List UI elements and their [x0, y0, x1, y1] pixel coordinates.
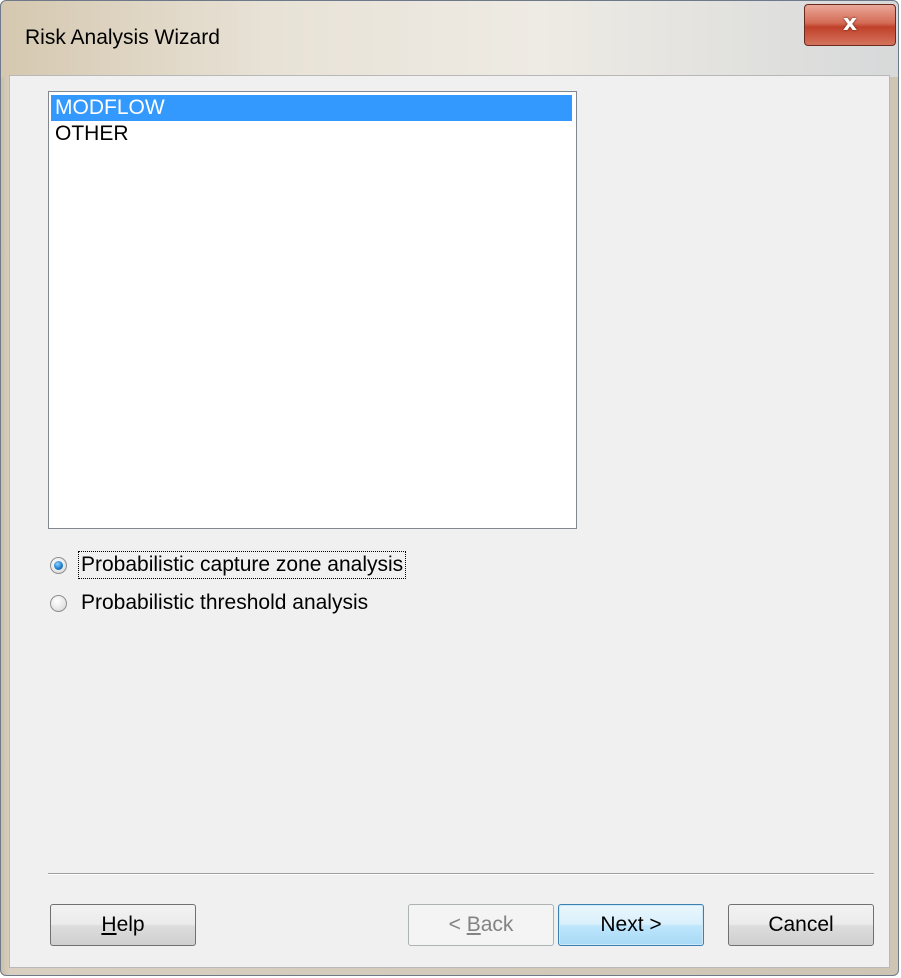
title-bar[interactable]: Risk Analysis Wizard x	[1, 1, 898, 77]
close-icon: x	[842, 11, 858, 36]
close-button[interactable]: x	[804, 4, 896, 46]
radio-button-checked[interactable]	[50, 556, 67, 574]
radio-label-capture-zone[interactable]: Probabilistic capture zone analysis	[77, 551, 407, 579]
back-label-rest: ack	[480, 913, 514, 936]
back-mnemonic: B	[466, 913, 481, 936]
help-mnemonic: H	[101, 913, 117, 936]
list-item-modflow[interactable]: MODFLOW	[51, 95, 572, 121]
radio-threshold[interactable]: Probabilistic threshold analysis	[50, 589, 370, 617]
help-button[interactable]: Help	[50, 904, 196, 946]
window-title: Risk Analysis Wizard	[25, 26, 220, 49]
radio-capture-zone[interactable]: Probabilistic capture zone analysis	[50, 551, 407, 579]
radio-label-threshold[interactable]: Probabilistic threshold analysis	[79, 590, 370, 616]
next-button[interactable]: Next >	[558, 904, 704, 946]
back-prefix: <	[448, 913, 467, 936]
list-item-other[interactable]: OTHER	[51, 121, 572, 147]
radio-button-unchecked[interactable]	[50, 594, 67, 612]
back-button[interactable]: < Back	[408, 904, 554, 946]
dialog-client-area: MODFLOW OTHER Probabilistic capture zone…	[9, 75, 890, 968]
button-separator	[48, 873, 874, 875]
cancel-button[interactable]: Cancel	[728, 904, 874, 946]
dialog-window: Risk Analysis Wizard x MODFLOW OTHER Pro…	[0, 0, 899, 976]
help-label-rest: elp	[116, 913, 145, 936]
model-listbox[interactable]: MODFLOW OTHER	[48, 91, 577, 529]
